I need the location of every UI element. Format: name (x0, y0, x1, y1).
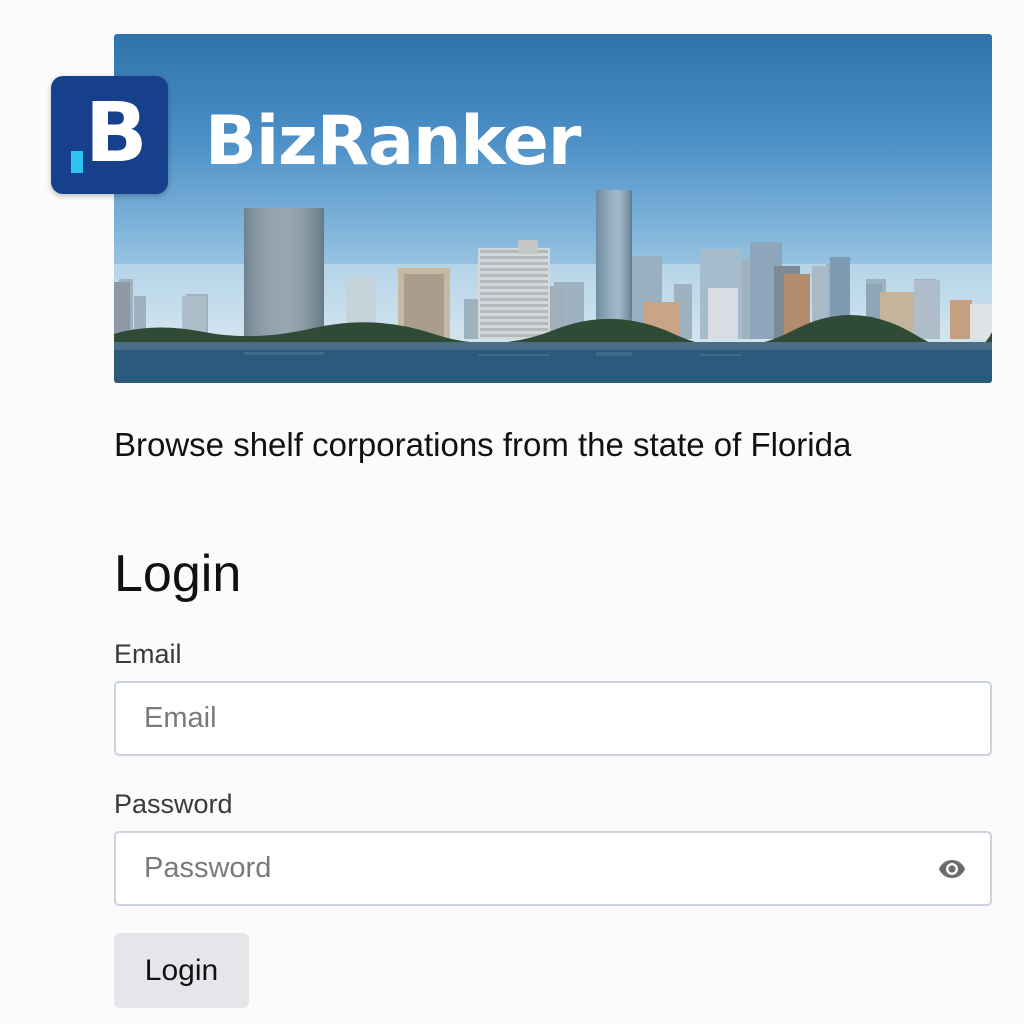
email-label: Email (114, 639, 182, 669)
eye-icon[interactable] (938, 857, 966, 881)
password-input[interactable] (116, 833, 990, 904)
skyline-image (114, 190, 992, 383)
password-label: Password (114, 789, 233, 819)
login-page: B BizRanker Browse shelf corporations fr… (0, 0, 1024, 1024)
password-field-wrapper (114, 831, 992, 906)
email-field-wrapper (114, 681, 992, 756)
email-input[interactable] (116, 683, 990, 754)
login-button[interactable]: Login (114, 933, 249, 1008)
login-title: Login (114, 545, 242, 603)
brand-logo: B (51, 76, 168, 194)
tagline: Browse shelf corporations from the state… (114, 426, 852, 463)
logo-letter: B (85, 86, 148, 181)
hero-banner (114, 34, 992, 383)
logo-accent-bar (71, 151, 83, 173)
brand-name: BizRanker (205, 102, 581, 181)
